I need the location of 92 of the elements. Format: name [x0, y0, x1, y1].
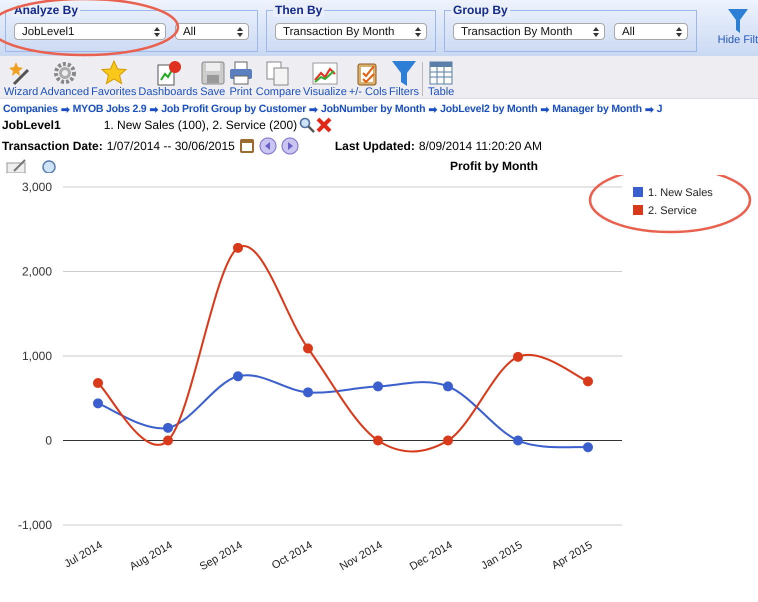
data-point: [163, 436, 173, 446]
toolbar-button[interactable]: Dashboards: [137, 60, 199, 98]
dashboard-icon: [155, 60, 182, 86]
hide-filters-button[interactable]: Hide Filt: [718, 0, 758, 46]
dropdown[interactable]: Transaction By Month: [275, 23, 427, 40]
toolbar-button[interactable]: Wizard: [3, 60, 40, 98]
legend-label: 1. New Sales: [648, 187, 713, 199]
toolbar-button[interactable]: Favorites: [90, 60, 138, 98]
axis-category-label: Oct 2014: [270, 539, 314, 572]
select-arrows-icon: [154, 26, 160, 36]
dropdown[interactable]: JobLevel1: [14, 23, 166, 40]
toolbar-button[interactable]: Advanced: [39, 60, 90, 98]
legend-label: 2. Service: [648, 205, 697, 217]
close-icon[interactable]: [315, 116, 334, 134]
data-point: [513, 352, 523, 362]
data-point: [233, 371, 243, 382]
data-point: [513, 436, 523, 446]
data-point: [443, 381, 453, 392]
data-point: [373, 436, 383, 446]
breadcrumb-separator: ➡: [540, 103, 550, 115]
axis-category-label: Sep 2014: [198, 539, 244, 574]
printer-icon: [228, 60, 254, 86]
line-chart-icon: [312, 60, 338, 86]
select-arrows-icon: [593, 26, 599, 36]
axis-tick-label: 2,000: [22, 264, 52, 278]
dropdown[interactable]: Transaction By Month: [453, 23, 605, 40]
breadcrumb-link[interactable]: Job Profit Group by Customer: [161, 103, 306, 115]
search-icon[interactable]: [299, 117, 316, 133]
axis-tick-label: 1,000: [22, 349, 52, 363]
breadcrumb-separator: ➡: [60, 103, 70, 115]
toolbar-button[interactable]: Visualize: [302, 60, 348, 98]
axis-category-label: Jan 2015: [479, 539, 524, 572]
toolbar-button[interactable]: +/- Cols: [348, 60, 388, 98]
breadcrumb-link[interactable]: MYOB Jobs 2.9: [72, 103, 146, 115]
axis-category-label: Aug 2014: [128, 539, 174, 574]
breadcrumb-link[interactable]: Manager by Month: [552, 103, 642, 115]
updated-time: 8/09/2014 11:20:20 AM: [418, 139, 542, 153]
funnel-icon: [391, 60, 418, 86]
axis-category-label: Nov 2014: [338, 539, 384, 574]
breadcrumb-link[interactable]: JobLevel2 by Month: [440, 103, 538, 115]
date-range: 1/07/2014 -- 30/06/2015: [106, 139, 235, 153]
chart-title: Profit by Month: [450, 159, 538, 173]
dropdown[interactable]: All: [614, 23, 688, 40]
data-point: [303, 387, 313, 398]
table-icon: [428, 60, 454, 86]
breadcrumb-separator: ➡: [428, 103, 438, 115]
toolbar-button[interactable]: Print: [226, 60, 255, 98]
axis-tick-label: 0: [45, 434, 52, 448]
data-point: [583, 376, 593, 386]
filter-label: JobLevel1: [2, 118, 61, 132]
toolbar-button[interactable]: Save: [198, 60, 227, 98]
breadcrumb-link[interactable]: J: [656, 103, 662, 115]
select-arrows-icon: [415, 26, 421, 36]
select-arrows-icon: [676, 26, 682, 36]
axis-category-label: Apr 2015: [550, 539, 594, 572]
date-label: Transaction Date:: [2, 139, 103, 153]
breadcrumb-link[interactable]: Companies: [3, 103, 58, 115]
toolbar-button[interactable]: Compare: [254, 60, 302, 98]
next-icon[interactable]: [280, 137, 299, 155]
data-point: [373, 381, 383, 392]
edit-icon[interactable]: [6, 159, 28, 173]
data-point: [583, 442, 593, 452]
settings-icon: [52, 60, 78, 86]
breadcrumb-link[interactable]: JobNumber by Month: [321, 103, 426, 115]
star-icon: [100, 60, 127, 86]
axis-category-label: Jul 2014: [62, 539, 104, 570]
breadcrumb-separator: ➡: [309, 103, 318, 115]
axis-tick-label: -1,000: [18, 518, 52, 532]
axis-category-label: Dec 2014: [408, 539, 454, 574]
documents-icon: [265, 60, 292, 86]
previous-icon[interactable]: [258, 137, 277, 155]
toolbar-button[interactable]: Filters: [388, 60, 420, 98]
data-point: [163, 422, 173, 433]
toolbar-button[interactable]: Table: [427, 60, 456, 98]
axis-tick-label: 3,000: [22, 180, 52, 194]
funnel-icon: [726, 8, 749, 34]
data-point: [93, 378, 103, 388]
data-point: [93, 398, 103, 408]
data-point: [443, 436, 453, 446]
data-point: [233, 242, 243, 253]
select-arrows-icon: [237, 26, 243, 36]
group-legend: Group By: [451, 3, 510, 17]
updated-label: Last Updated:: [334, 139, 415, 153]
filter-value: 1. New Sales (100), 2. Service (200): [104, 118, 298, 132]
group-legend: Analyze By: [12, 3, 80, 17]
dropdown[interactable]: All: [175, 23, 249, 40]
calendar-icon[interactable]: [238, 138, 255, 154]
breadcrumb-separator: ➡: [149, 103, 158, 115]
zoom-icon[interactable]: [40, 159, 58, 173]
group-legend: Then By: [273, 3, 324, 17]
breadcrumb-separator: ➡: [644, 103, 654, 115]
data-point: [303, 343, 313, 354]
